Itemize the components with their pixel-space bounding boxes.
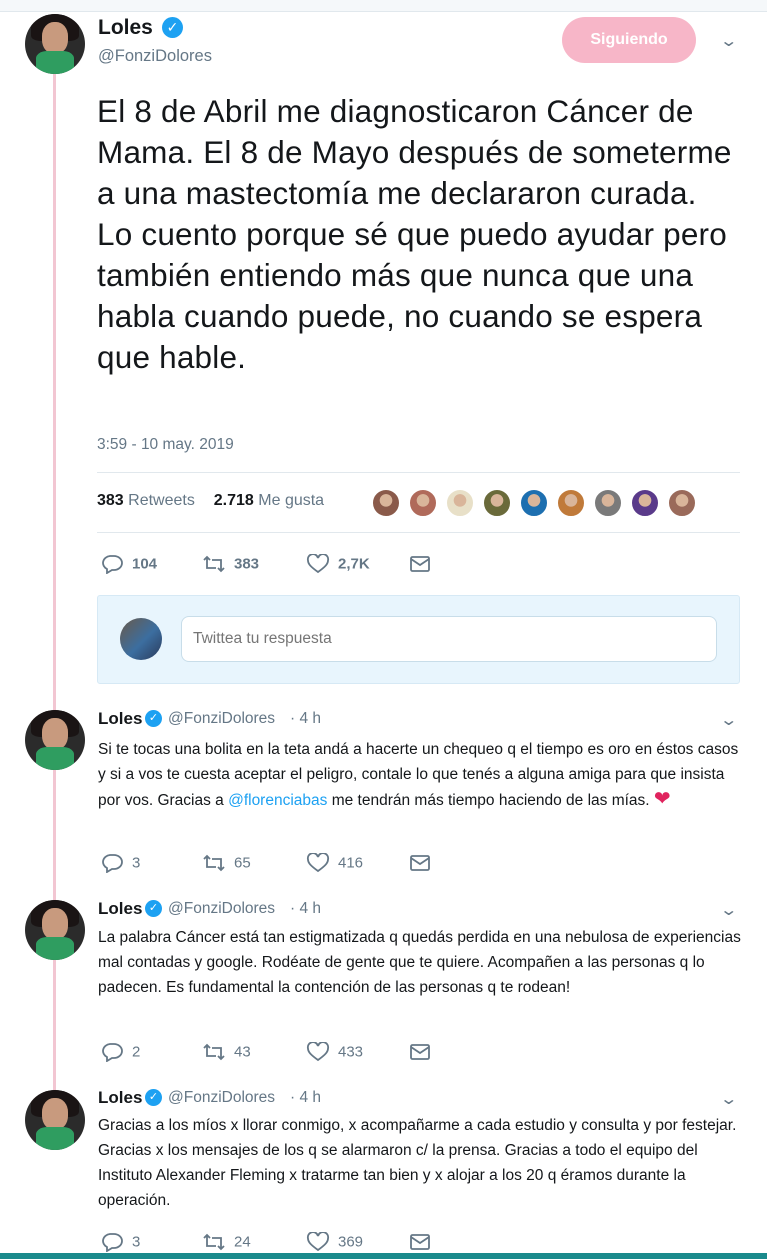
tweet-timestamp[interactable]: 3:59 - 10 may. 2019 bbox=[97, 436, 234, 454]
envelope-icon bbox=[410, 855, 430, 871]
retweet-action[interactable]: 24 bbox=[202, 1232, 251, 1252]
retweet-action[interactable]: 383 bbox=[202, 554, 259, 574]
thread-line bbox=[53, 72, 56, 712]
author-name[interactable]: Loles bbox=[98, 16, 153, 40]
envelope-icon bbox=[410, 1044, 430, 1060]
tweet-time[interactable]: · 4 h bbox=[290, 710, 321, 728]
heart-icon bbox=[306, 1232, 330, 1252]
divider bbox=[97, 532, 740, 533]
envelope-icon bbox=[410, 556, 430, 572]
liker-avatar[interactable] bbox=[630, 488, 660, 518]
retweets-label[interactable]: Retweets bbox=[128, 492, 195, 509]
heart-icon bbox=[306, 853, 330, 873]
heart-icon bbox=[306, 1042, 330, 1062]
chevron-down-icon[interactable]: ⌄ bbox=[719, 1089, 738, 1109]
dm-action[interactable] bbox=[408, 853, 440, 873]
current-user-avatar bbox=[120, 618, 162, 660]
reply-icon bbox=[102, 1233, 123, 1252]
author-avatar[interactable] bbox=[25, 14, 85, 74]
like-action[interactable]: 2,7K bbox=[306, 554, 370, 574]
author-handle[interactable]: @FonziDolores bbox=[168, 710, 275, 728]
author-name[interactable]: Loles bbox=[98, 709, 142, 729]
reply-input[interactable] bbox=[181, 616, 717, 662]
author-handle[interactable]: @FonziDolores bbox=[168, 1089, 275, 1107]
engagement-stats: 383 Retweets 2.718 Me gusta bbox=[97, 492, 324, 510]
liker-avatar[interactable] bbox=[445, 488, 475, 518]
author-handle[interactable]: @FonziDolores bbox=[98, 47, 212, 66]
chevron-down-icon[interactable]: ⌄ bbox=[719, 900, 738, 920]
author-name[interactable]: Loles bbox=[98, 1088, 142, 1108]
verified-icon: ✓ bbox=[145, 710, 162, 727]
retweets-count[interactable]: 383 bbox=[97, 492, 124, 509]
chevron-down-icon[interactable]: ⌄ bbox=[719, 710, 738, 730]
divider bbox=[97, 472, 740, 473]
likes-count[interactable]: 2.718 bbox=[214, 492, 254, 509]
reply-action[interactable]: 104 bbox=[100, 554, 157, 574]
liker-avatar[interactable] bbox=[408, 488, 438, 518]
verified-icon: ✓ bbox=[162, 17, 183, 38]
reply-icon bbox=[102, 555, 123, 574]
dm-action[interactable] bbox=[408, 1232, 440, 1252]
retweet-action[interactable]: 43 bbox=[202, 1042, 251, 1062]
retweet-icon bbox=[203, 555, 225, 573]
retweet-icon bbox=[203, 854, 225, 872]
reply-composer bbox=[97, 595, 740, 684]
author-handle[interactable]: @FonziDolores bbox=[168, 900, 275, 918]
thread-line bbox=[53, 960, 56, 1090]
tweet-time[interactable]: · 4 h bbox=[290, 1089, 321, 1107]
reply-icon bbox=[102, 854, 123, 873]
bottom-strip bbox=[0, 1253, 767, 1259]
verified-icon: ✓ bbox=[145, 1089, 162, 1106]
liker-avatar[interactable] bbox=[556, 488, 586, 518]
dm-action[interactable] bbox=[408, 1042, 440, 1062]
heart-icon bbox=[306, 554, 330, 574]
tweet-text: Gracias a los míos x llorar conmigo, x a… bbox=[98, 1117, 737, 1209]
following-button[interactable]: Siguiendo bbox=[562, 17, 696, 63]
thread-line bbox=[53, 770, 56, 900]
retweet-action[interactable]: 65 bbox=[202, 853, 251, 873]
reply-icon bbox=[102, 1043, 123, 1062]
author-avatar[interactable] bbox=[25, 1090, 85, 1150]
likes-label[interactable]: Me gusta bbox=[258, 492, 324, 509]
retweet-icon bbox=[203, 1233, 225, 1251]
liker-avatar[interactable] bbox=[482, 488, 512, 518]
like-action[interactable]: 416 bbox=[306, 853, 363, 873]
reply-action[interactable]: 3 bbox=[100, 1232, 140, 1252]
heart-emoji: ❤ bbox=[653, 788, 671, 810]
browser-top-strip bbox=[0, 0, 767, 12]
tweet-text: Si te tocas una bolita en la teta andá a… bbox=[98, 741, 739, 810]
author-name[interactable]: Loles bbox=[98, 899, 142, 919]
envelope-icon bbox=[410, 1234, 430, 1250]
like-action[interactable]: 433 bbox=[306, 1042, 363, 1062]
reply-action[interactable]: 2 bbox=[100, 1042, 140, 1062]
tweet-time[interactable]: · 4 h bbox=[290, 900, 321, 918]
like-action[interactable]: 369 bbox=[306, 1232, 363, 1252]
liker-avatar[interactable] bbox=[593, 488, 623, 518]
chevron-down-icon[interactable]: ⌄ bbox=[719, 31, 738, 51]
liker-avatar[interactable] bbox=[519, 488, 549, 518]
tweet-text: El 8 de Abril me diagnosticaron Cáncer d… bbox=[97, 93, 732, 375]
tweet-text: La palabra Cáncer está tan estigmatizada… bbox=[98, 929, 741, 996]
liker-avatar[interactable] bbox=[667, 488, 697, 518]
mention-link[interactable]: @florenciabas bbox=[228, 792, 327, 809]
dm-action[interactable] bbox=[408, 554, 440, 574]
reply-action[interactable]: 3 bbox=[100, 853, 140, 873]
verified-icon: ✓ bbox=[145, 900, 162, 917]
author-avatar[interactable] bbox=[25, 710, 85, 770]
liker-avatar[interactable] bbox=[371, 488, 401, 518]
retweet-icon bbox=[203, 1043, 225, 1061]
author-avatar[interactable] bbox=[25, 900, 85, 960]
